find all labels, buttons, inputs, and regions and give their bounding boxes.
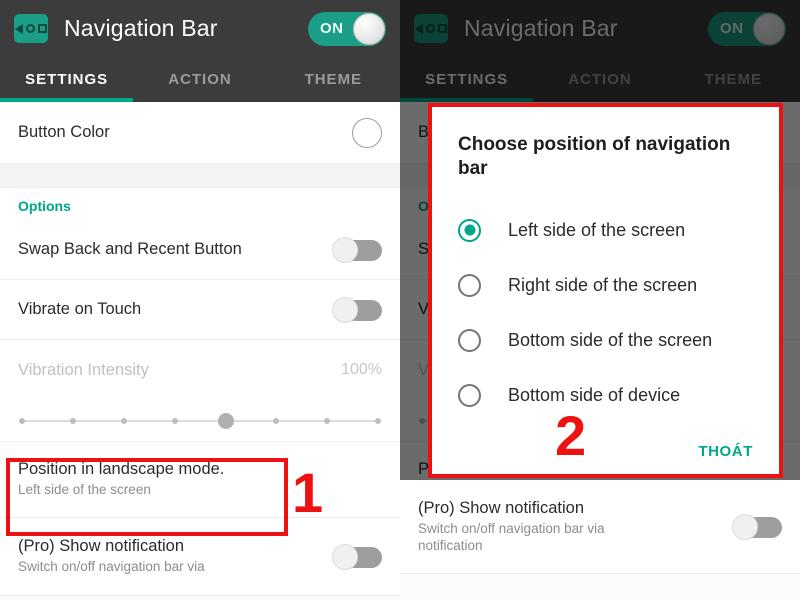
radio-icon[interactable]	[458, 383, 481, 407]
slider-thumb[interactable]	[217, 412, 234, 429]
settings-list: Button Color Options Swap Back and Recen…	[0, 102, 400, 600]
foreground-list-bottom: (Pro) Show notification Switch on/off na…	[400, 480, 800, 600]
pro-notification-switch-thumb	[332, 543, 358, 570]
slider-tick	[273, 417, 280, 424]
dialog-option-label: Bottom side of the screen	[508, 329, 713, 350]
position-label: Position in landscape mode.	[18, 460, 225, 479]
radio-icon[interactable]	[458, 328, 481, 352]
swap-label: Swap Back and Recent Button	[18, 240, 242, 258]
swap-switch[interactable]	[332, 236, 382, 263]
position-value: Left side of the screen	[18, 482, 151, 498]
slider-tick	[69, 417, 76, 424]
row-position-landscape[interactable]: Position in landscape mode. Left side of…	[0, 442, 400, 518]
tab-action[interactable]: ACTION	[133, 71, 266, 88]
list-section-gap	[0, 164, 400, 188]
dialog-option-bottom-device[interactable]: Bottom side of device	[458, 368, 757, 423]
swap-switch-thumb	[332, 236, 358, 263]
dialog-dismiss-button[interactable]: THOÁT	[694, 437, 757, 466]
annotation-number-step-1: 1	[292, 461, 324, 524]
pro-notification-sub: Switch on/off navigation bar via	[18, 559, 205, 575]
screenshot-root: Navigation Bar ON SETTINGS ACTION THEME …	[0, 0, 800, 600]
radio-icon-selected[interactable]	[458, 218, 481, 242]
vibrate-switch[interactable]	[332, 296, 382, 323]
power-toggle[interactable]: ON	[308, 11, 386, 46]
slider-tick	[171, 417, 178, 424]
vibrate-switch-thumb	[332, 296, 358, 323]
pro-notification-label: (Pro) Show notification	[418, 498, 584, 517]
right-panel-screen: Navigation Bar ON SETTINGS ACTION THEME …	[400, 0, 800, 600]
row-swap-back-recent[interactable]: Swap Back and Recent Button	[0, 220, 400, 280]
row-pro-show-notification[interactable]: (Pro) Show notification Switch on/off na…	[400, 480, 800, 574]
row-vibration-intensity: Vibration Intensity 100%	[0, 340, 400, 400]
dialog-actions: THOÁT	[458, 437, 757, 466]
power-toggle-label: ON	[320, 20, 344, 37]
row-pro-show-notification[interactable]: (Pro) Show notification Switch on/off na…	[0, 518, 400, 596]
app-title: Navigation Bar	[64, 15, 218, 41]
dialog-option-left-side[interactable]: Left side of the screen	[458, 203, 757, 258]
tab-bar: SETTINGS ACTION THEME	[0, 57, 400, 102]
recents-square-icon	[38, 24, 47, 33]
dialog-option-label: Left side of the screen	[508, 219, 686, 240]
slider-tick	[19, 417, 25, 424]
annotation-number-step-2: 2	[555, 404, 587, 467]
left-panel-screen: Navigation Bar ON SETTINGS ACTION THEME …	[0, 0, 400, 600]
vibration-intensity-label: Vibration Intensity	[18, 360, 149, 379]
options-section-header: Options	[0, 188, 400, 220]
dialog-option-bottom-screen[interactable]: Bottom side of the screen	[458, 313, 757, 368]
dialog-option-label: Bottom side of device	[508, 384, 681, 405]
dialog-title: Choose position of navigation bar	[458, 134, 731, 179]
button-color-swatch[interactable]	[352, 117, 382, 148]
pro-notification-switch[interactable]	[732, 513, 782, 540]
home-circle-icon	[26, 24, 35, 33]
choose-position-dialog: Choose position of navigation bar Left s…	[428, 103, 783, 478]
tab-theme[interactable]: THEME	[267, 71, 400, 88]
pro-notification-label: (Pro) Show notification	[18, 537, 184, 556]
button-color-label: Button Color	[18, 123, 110, 141]
pro-notification-sub: Switch on/off navigation bar via notific…	[418, 520, 605, 553]
back-triangle-icon	[15, 23, 23, 34]
slider-tick	[375, 417, 381, 424]
vibration-intensity-value: 100%	[341, 361, 382, 378]
pro-notification-switch[interactable]	[332, 543, 382, 570]
radio-icon[interactable]	[458, 273, 481, 297]
slider-tick	[120, 417, 127, 424]
pro-notification-switch-thumb	[732, 513, 758, 540]
dialog-option-right-side[interactable]: Right side of the screen	[458, 258, 757, 313]
app-bar: Navigation Bar ON	[0, 0, 400, 57]
vibrate-label: Vibrate on Touch	[18, 300, 142, 318]
navigation-bar-app-icon	[14, 14, 48, 43]
row-vibrate-on-touch[interactable]: Vibrate on Touch	[0, 280, 400, 340]
tab-settings[interactable]: SETTINGS	[0, 71, 133, 88]
dialog-option-label: Right side of the screen	[508, 274, 698, 295]
row-vibration-slider	[0, 400, 400, 442]
power-toggle-knob	[353, 12, 385, 45]
vibration-intensity-slider[interactable]	[19, 412, 381, 429]
row-button-color[interactable]: Button Color	[0, 102, 400, 164]
slider-tick	[324, 417, 331, 424]
